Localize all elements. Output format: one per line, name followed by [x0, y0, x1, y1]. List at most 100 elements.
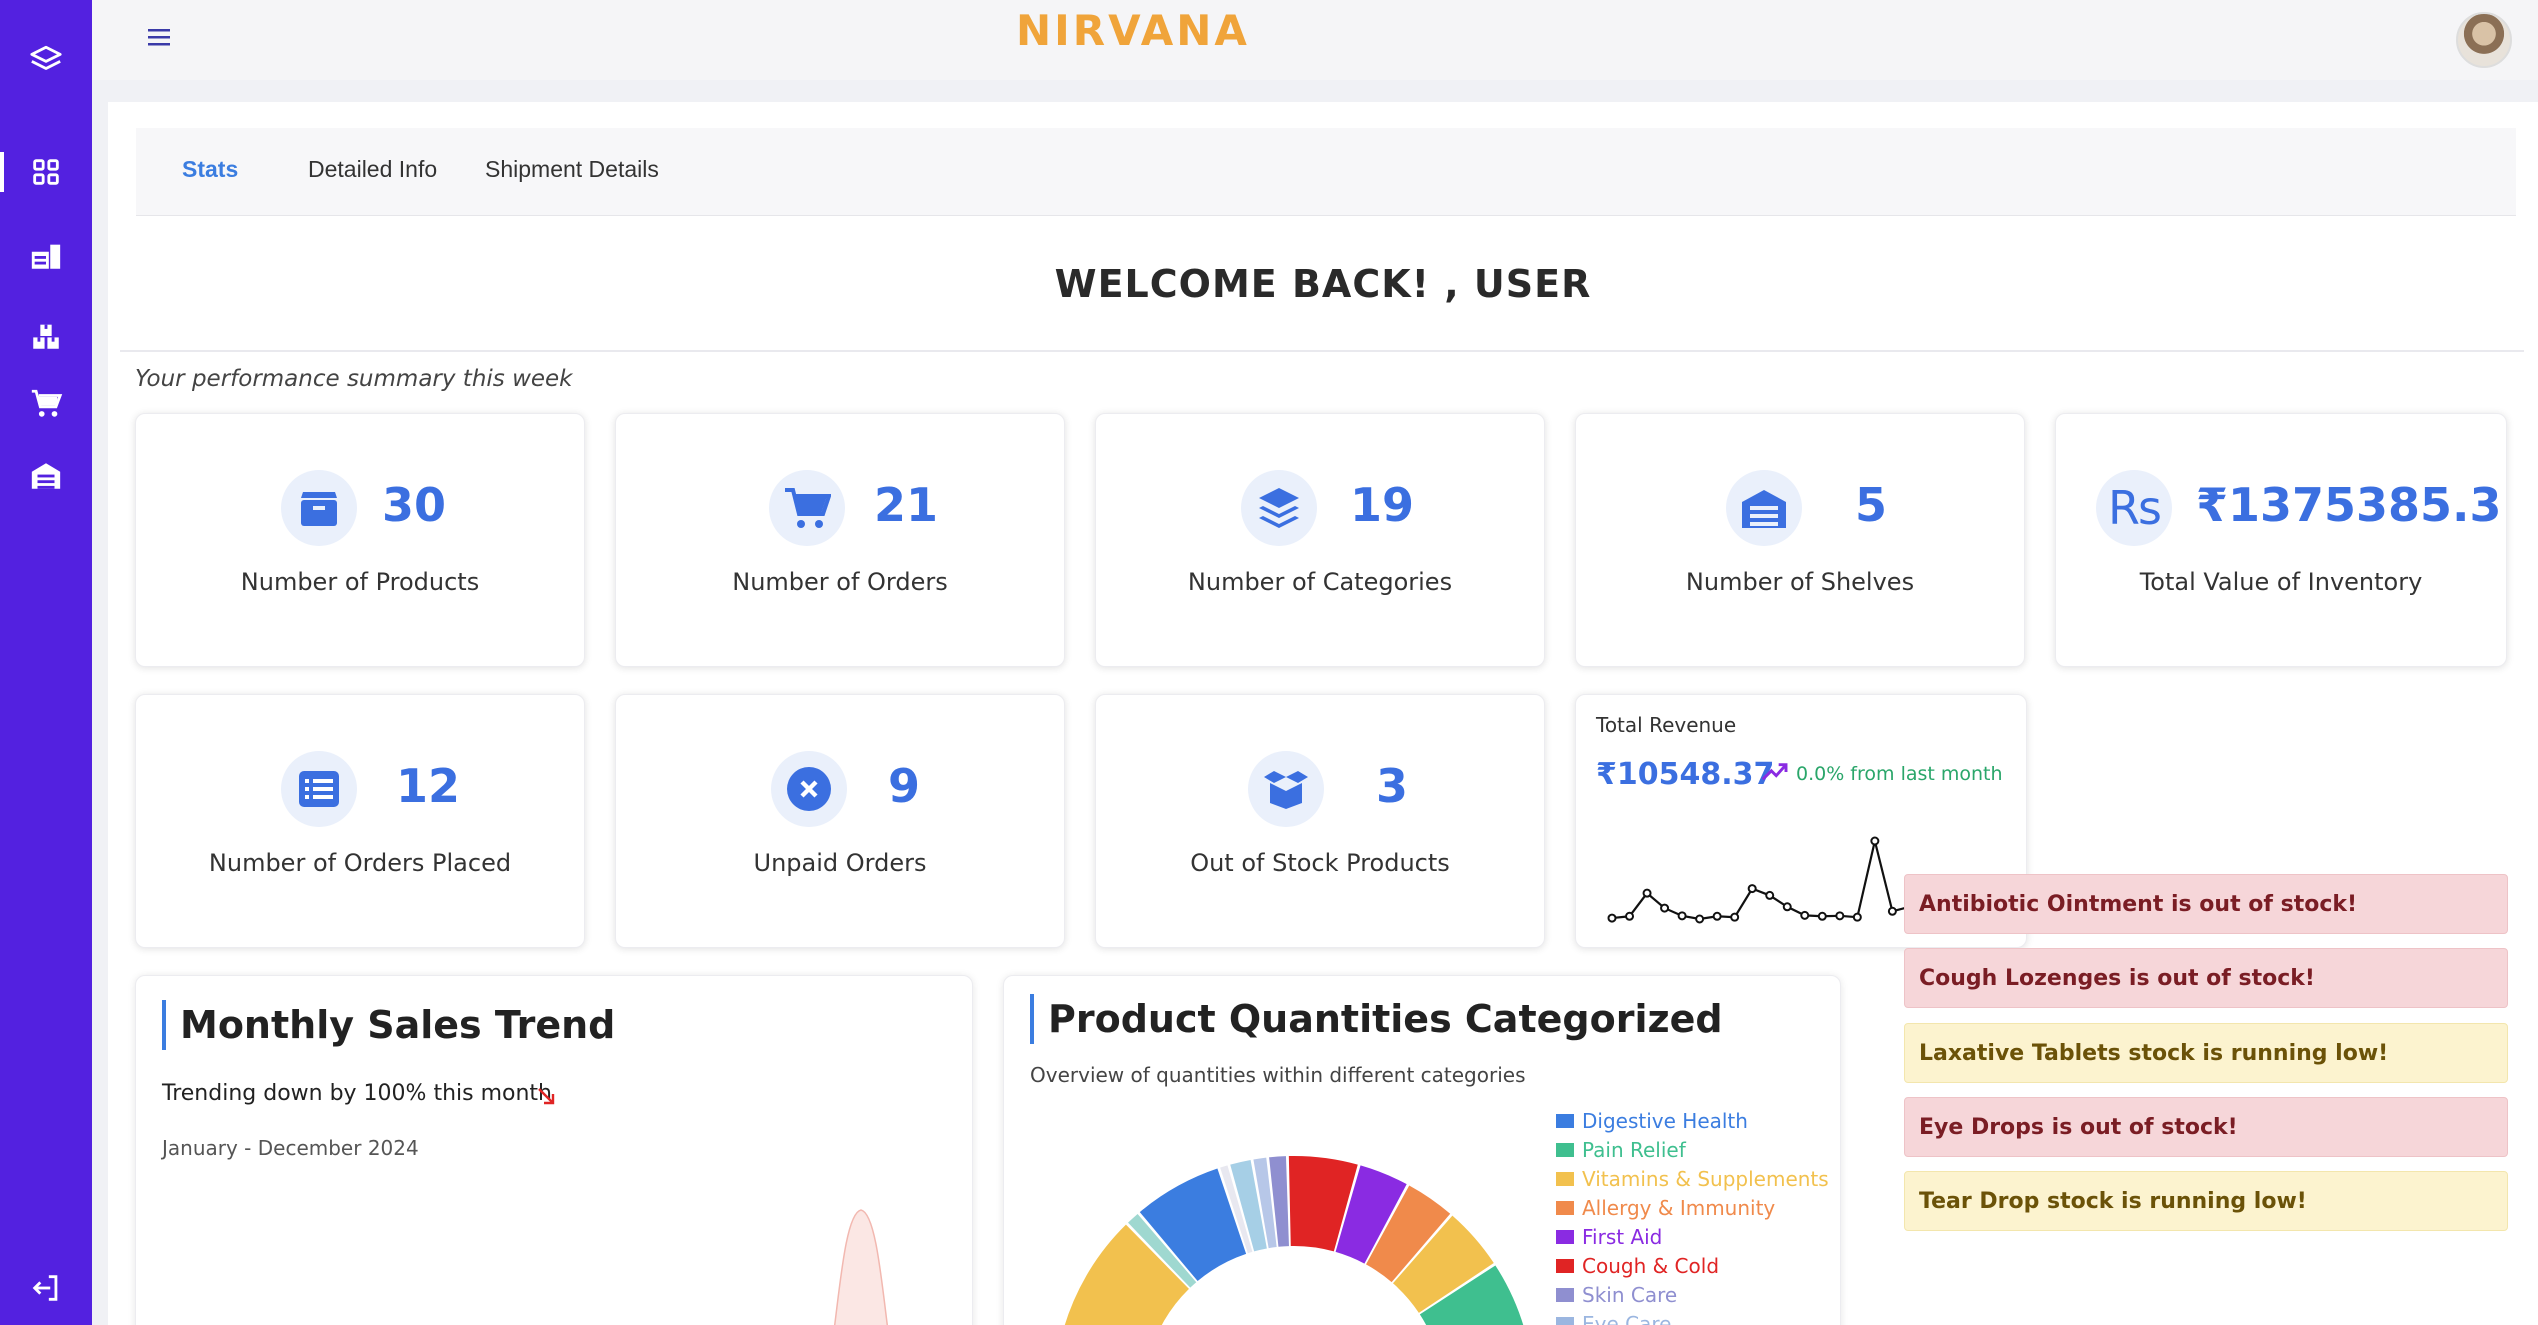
list-icon: [281, 751, 357, 827]
shelves-icon: [1726, 470, 1802, 546]
chart-legend: Digestive Health Pain Relief Vitamins & Su…: [1556, 1106, 1829, 1325]
legend-item[interactable]: Eye Care: [1556, 1309, 1829, 1325]
sparkline-point: [1870, 836, 1880, 846]
stat-label: Number of Categories: [1187, 568, 1453, 596]
legend-label: Digestive Health: [1582, 1108, 1748, 1133]
legend-swatch: [1556, 1229, 1574, 1244]
legend-swatch: [1556, 1258, 1574, 1273]
stat-label: Number of Orders: [732, 568, 948, 596]
cart-icon[interactable]: [0, 374, 92, 434]
tab-detailed-info[interactable]: Detailed Info: [308, 156, 437, 183]
sparkline-point: [1747, 884, 1757, 894]
sparkline-point: [1712, 911, 1722, 921]
brand-name: NIRVANA: [1016, 6, 1250, 55]
stat-value: 9: [888, 759, 921, 813]
menu-toggle-icon[interactable]: [140, 22, 180, 52]
stat-label: Unpaid Orders: [753, 849, 927, 877]
layers-icon: [1241, 470, 1317, 546]
shelves-icon[interactable]: [0, 446, 92, 506]
trend-text: Trending down by 100% this month: [162, 1081, 552, 1106]
out-of-stock-alert: Antibiotic Ointment is out of stock!: [1904, 874, 2508, 934]
legend-item[interactable]: First Aid: [1556, 1222, 1829, 1251]
tab-stats[interactable]: Stats: [182, 156, 238, 183]
low-stock-alert: Laxative Tablets stock is running low!: [1904, 1023, 2508, 1083]
monthly-sales-panel: Monthly Sales Trend Trending down by 100…: [135, 975, 973, 1325]
sparkline-point: [1782, 902, 1792, 912]
stat-card-inventory-value[interactable]: Rs ₹1375385.3 Total Value of Inventory: [2055, 413, 2507, 667]
sparkline-point: [1887, 906, 1897, 916]
boxes-icon[interactable]: [0, 306, 92, 366]
stat-card-orders-placed[interactable]: 12 Number of Orders Placed: [135, 694, 585, 948]
stat-card-unpaid-orders[interactable]: 9 Unpaid Orders: [615, 694, 1065, 948]
legend-label: Cough & Cold: [1582, 1253, 1720, 1278]
layers-icon[interactable]: [0, 30, 92, 90]
stat-value: 30: [382, 478, 447, 532]
sparkline-point: [1730, 912, 1740, 922]
brand-logo: NIRVANA: [1016, 6, 1316, 56]
sparkline-point: [1800, 910, 1810, 920]
dashboard-grid-icon[interactable]: [0, 142, 92, 202]
out-of-stock-alert: Eye Drops is out of stock!: [1904, 1097, 2508, 1157]
stat-value: 21: [874, 478, 939, 532]
sidebar: [0, 0, 92, 1325]
low-stock-alert: Tear Drop stock is running low!: [1904, 1171, 2508, 1231]
legend-item[interactable]: Skin Care: [1556, 1280, 1829, 1309]
sparkline-point: [1642, 888, 1652, 898]
sparkline-point: [1625, 911, 1635, 921]
stat-label: Out of Stock Products: [1190, 849, 1450, 877]
rupee-icon: Rs: [2096, 470, 2172, 546]
legend-swatch: [1556, 1113, 1574, 1128]
stat-card-shelves[interactable]: 5 Number of Shelves: [1575, 413, 2025, 667]
categories-donut-chart: [1064, 1156, 1524, 1325]
sparkline-point: [1852, 912, 1862, 922]
sparkline-point: [1817, 911, 1827, 921]
x-circle-icon: [771, 751, 847, 827]
legend-label: Eye Care: [1582, 1311, 1672, 1325]
out-of-stock-alert: Cough Lozenges is out of stock!: [1904, 948, 2508, 1008]
page-title: WELCOME BACK! , USER: [1054, 262, 1592, 306]
legend-item[interactable]: Allergy & Immunity: [1556, 1193, 1829, 1222]
open-box-icon: [1248, 751, 1324, 827]
panel-subtitle: Overview of quantities within different …: [1030, 1063, 1526, 1087]
warehouse-icon[interactable]: [0, 226, 92, 286]
stat-value: 19: [1350, 478, 1415, 532]
panel-title: Monthly Sales Trend: [162, 1000, 615, 1050]
legend-swatch: [1556, 1316, 1574, 1325]
logout-icon[interactable]: [0, 1258, 92, 1318]
stat-label: Number of Orders Placed: [208, 849, 512, 877]
stat-value: ₹1375385.3: [2196, 478, 2502, 532]
trending-up-icon: [1761, 763, 1788, 781]
stat-value: 5: [1855, 478, 1888, 532]
stat-label: Number of Shelves: [1685, 568, 1915, 596]
stat-card-categories[interactable]: 19 Number of Categories: [1095, 413, 1545, 667]
stat-card-orders[interactable]: 21 Number of Orders: [615, 413, 1065, 667]
legend-swatch: [1556, 1287, 1574, 1302]
avatar[interactable]: [2456, 12, 2512, 68]
main-content: Stats Detailed Info Shipment Details WEL…: [108, 102, 2538, 1325]
legend-label: Skin Care: [1582, 1282, 1678, 1307]
legend-swatch: [1556, 1142, 1574, 1157]
tab-shipment-details[interactable]: Shipment Details: [485, 156, 659, 183]
date-range: January - December 2024: [162, 1136, 419, 1160]
box-icon: [281, 470, 357, 546]
top-header: NIRVANA: [92, 0, 2538, 80]
legend-label: Pain Relief: [1582, 1137, 1686, 1162]
stat-value: 3: [1376, 759, 1409, 813]
stat-card-products[interactable]: 30 Number of Products: [135, 413, 585, 667]
legend-label: Vitamins & Supplements: [1582, 1166, 1829, 1191]
revenue-change: 0.0% from last month: [1796, 763, 2003, 785]
panel-title: Product Quantities Categorized: [1030, 994, 1723, 1044]
legend-item[interactable]: Vitamins & Supplements: [1556, 1164, 1829, 1193]
stat-value: 12: [396, 759, 461, 813]
product-quantities-panel: Product Quantities Categorized Overview …: [1003, 975, 1841, 1325]
sparkline-point: [1677, 911, 1687, 921]
cart-icon: [769, 470, 845, 546]
stat-card-out-of-stock[interactable]: 3 Out of Stock Products: [1095, 694, 1545, 948]
legend-item[interactable]: Digestive Health: [1556, 1106, 1829, 1135]
sparkline-point: [1835, 911, 1845, 921]
legend-item[interactable]: Pain Relief: [1556, 1135, 1829, 1164]
legend-item[interactable]: Cough & Cold: [1556, 1251, 1829, 1280]
rupee-icon-text: Rs: [2108, 481, 2162, 535]
divider: [120, 350, 2524, 352]
stat-label: Total Value of Inventory: [2139, 568, 2423, 596]
